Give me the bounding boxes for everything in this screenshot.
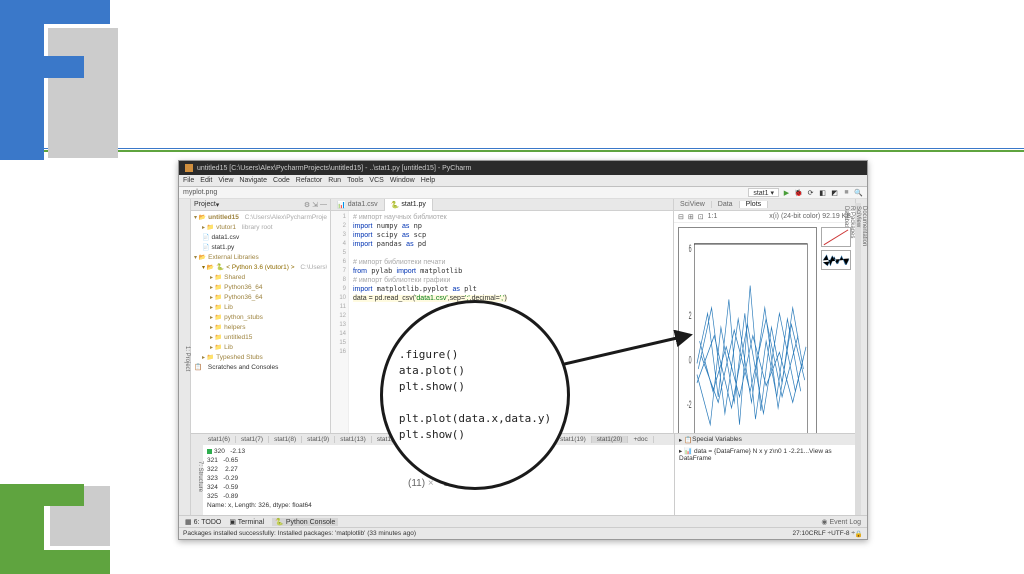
svg-text:6: 6 (689, 242, 692, 255)
profile-icon[interactable]: ◩ (830, 188, 839, 197)
attach-icon[interactable]: ⟳ (806, 188, 815, 197)
fit-icon[interactable]: 1:1 (708, 213, 718, 220)
variables-pane: ▸ 📋 Special Variables ▸ 📊 data = {DataFr… (675, 434, 855, 515)
lock-icon: 🔒 (855, 530, 863, 538)
menu-vcs[interactable]: VCS (369, 177, 383, 184)
right-tool-strip[interactable]: Documentation SciView R Packages Databas… (855, 199, 867, 515)
zoom-out-icon[interactable]: ⊟ (678, 213, 684, 221)
terminal-tab[interactable]: ▣ Terminal (229, 518, 264, 526)
python-console-tab[interactable]: 🐍 Python Console (272, 518, 338, 526)
todo-tab[interactable]: ▦ 6: TODO (185, 518, 221, 526)
toolbar: myplot.png stat1 ▾ ▶ 🐞 ⟳ ◧ ◩ ■ 🔍 (179, 187, 867, 199)
menu-refactor[interactable]: Refactor (296, 177, 322, 184)
line-sep[interactable]: CRLF ÷ (809, 530, 831, 537)
menubar[interactable]: File Edit View Navigate Code Refactor Ru… (179, 175, 867, 187)
variable-row[interactable]: ▸ 📊 data = {DataFrame} N x y z\n0 1 -2.2… (675, 445, 855, 515)
editor-tabs[interactable]: 📊 data1.csv 🐍 stat1.py (331, 199, 673, 211)
cursor-pos: 27:10 (792, 530, 808, 537)
plot-thumb-2[interactable] (821, 250, 851, 270)
search-icon[interactable]: 🔍 (854, 188, 863, 197)
tab-data1[interactable]: 📊 data1.csv (331, 199, 385, 211)
collapse-icon[interactable]: ⇲ (312, 201, 318, 209)
callout-arrow (560, 330, 700, 370)
encoding[interactable]: UTF-8 ÷ (831, 530, 855, 537)
plot-thumb-1[interactable] (821, 227, 851, 247)
titlebar: untitled15 [C:\Users\Alex\PycharmProject… (179, 161, 867, 175)
gear-icon[interactable]: ⚙ (304, 201, 310, 209)
status-bar: Packages installed successfully: Install… (179, 527, 867, 539)
tab-data[interactable]: Data (712, 201, 740, 208)
stop-icon[interactable]: ■ (842, 188, 851, 197)
breadcrumb[interactable]: myplot.png (183, 189, 217, 196)
magnified-code: .figure() ata.plot() plt.show() plt.plot… (399, 347, 551, 443)
svg-text:-2: -2 (687, 398, 692, 411)
svg-text:2: 2 (689, 309, 692, 322)
debug-icon[interactable]: 🐞 (794, 188, 803, 197)
menu-file[interactable]: File (183, 177, 194, 184)
status-message: Packages installed successfully: Install… (183, 530, 792, 537)
event-log[interactable]: ◉ Event Log (821, 518, 861, 526)
decor-bracket-bottom (0, 484, 110, 574)
menu-code[interactable]: Code (273, 177, 290, 184)
decor-rule (20, 148, 1024, 152)
zoom-reset-icon[interactable]: ⊡ (698, 213, 704, 221)
window-title: untitled15 [C:\Users\Alex\PycharmProject… (197, 165, 471, 172)
tab-sciview[interactable]: SciView (674, 201, 712, 208)
left-tool-strip[interactable]: 1: Project (179, 199, 191, 515)
plot-info: x(i) (24-bit color) 92.19 KB (769, 213, 851, 220)
menu-tools[interactable]: Tools (347, 177, 363, 184)
menu-view[interactable]: View (218, 177, 233, 184)
left-strip-2[interactable]: 7: Structure (191, 434, 203, 515)
menu-help[interactable]: Help (421, 177, 435, 184)
decor-bracket-top (0, 0, 110, 180)
tool-window-bar[interactable]: ▦ 6: TODO ▣ Terminal 🐍 Python Console ◉ … (179, 515, 867, 527)
menu-edit[interactable]: Edit (200, 177, 212, 184)
magnifier-lens: .figure() ata.plot() plt.show() plt.plot… (380, 300, 570, 490)
hide-icon[interactable]: ― (320, 201, 327, 209)
project-pane-title: Project (194, 201, 216, 208)
run-config-select[interactable]: stat1 ▾ (748, 188, 779, 197)
project-tree[interactable]: untitled15 C:\Users\Alex\PycharmProjects… (191, 211, 330, 375)
run-icon[interactable]: ▶ (782, 188, 791, 197)
tab-plots[interactable]: Plots (740, 201, 769, 208)
menu-navigate[interactable]: Navigate (239, 177, 267, 184)
menu-window[interactable]: Window (390, 177, 415, 184)
menu-run[interactable]: Run (328, 177, 341, 184)
tab-stat1[interactable]: 🐍 stat1.py (385, 199, 433, 211)
app-icon (185, 164, 193, 172)
zoom-in-icon[interactable]: ⊞ (688, 213, 694, 221)
coverage-icon[interactable]: ◧ (818, 188, 827, 197)
